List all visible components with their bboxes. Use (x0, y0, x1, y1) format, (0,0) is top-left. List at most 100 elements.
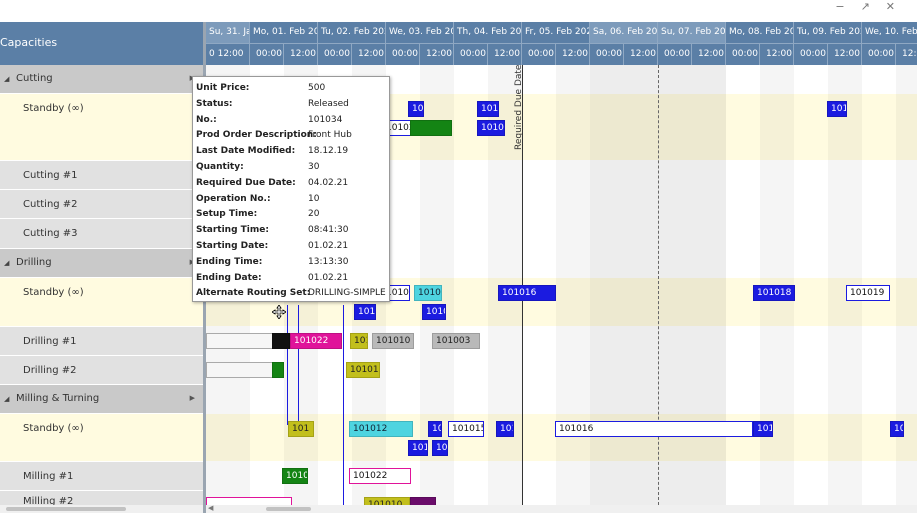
hour-header: 00:00 (794, 43, 828, 65)
day-header[interactable]: Su, 07. Feb 2021 (658, 22, 726, 43)
operation-bar[interactable]: 101 (408, 440, 428, 456)
hour-header: 00:00 (862, 43, 896, 65)
collapse-triangle-icon[interactable]: ◢ (4, 75, 9, 83)
left-horizontal-scrollbar[interactable] (0, 505, 203, 513)
scrollbar-thumb[interactable] (266, 507, 311, 511)
operation-bar[interactable]: 10101 (414, 285, 442, 301)
day-header[interactable]: We, 03. Feb 2021 (386, 22, 454, 43)
operation-bar[interactable]: 101003 (432, 333, 480, 349)
hour-header: 00:00 (454, 43, 488, 65)
capacity-row-cutting-1[interactable]: Cutting #1 (0, 161, 203, 190)
tooltip-value: 101034 (308, 114, 343, 125)
tooltip-value: 500 (308, 83, 326, 93)
capacity-row-cutting-3[interactable]: Cutting #3 (0, 219, 203, 249)
time-column (896, 65, 917, 505)
operation-bar[interactable] (410, 120, 452, 136)
capacity-row-standby-drilling[interactable]: Standby (∞) (0, 278, 203, 327)
operation-bar[interactable]: 1010 (282, 468, 308, 484)
restore-icon[interactable]: ↗ (861, 0, 886, 13)
minimize-icon[interactable]: − (835, 0, 860, 13)
capacity-label: Standby (∞) (23, 423, 84, 434)
operation-bar[interactable]: 101019 (846, 285, 890, 301)
tooltip-value: Released (308, 98, 349, 109)
operation-bar[interactable]: 101 (496, 421, 514, 437)
hour-header: 12:00 (556, 43, 590, 65)
collapse-triangle-icon[interactable]: ◢ (4, 259, 9, 267)
tooltip-key: No.: (196, 114, 217, 125)
timeline-header: Su, 31. Jan Mo, 01. Feb 2021 Tu, 02. Feb… (206, 22, 917, 65)
capacity-label: Milling #2 (23, 496, 74, 505)
tooltip-key: Starting Time: (196, 225, 269, 236)
day-header[interactable]: Th, 04. Feb 2021 (454, 22, 522, 43)
hour-header: 00:00 (386, 43, 420, 65)
day-header[interactable]: Mo, 08. Feb 2021 (726, 22, 794, 43)
capacity-row-milling-1[interactable]: Milling #1 (0, 462, 203, 491)
tooltip-key: Setup Time: (196, 209, 258, 220)
required-due-date-label: Required Due Date (514, 65, 524, 150)
operation-bar[interactable]: 101015 (448, 421, 484, 437)
day-header[interactable]: Fr, 05. Feb 2021 (522, 22, 590, 43)
operation-bar[interactable] (206, 362, 276, 378)
capacity-group-cutting[interactable]: ◢ Cutting ▶ (0, 65, 203, 94)
operation-bar[interactable]: 101022 (349, 468, 411, 484)
operation-bar[interactable]: 10 (408, 101, 424, 117)
hour-header: 12:00 (352, 43, 386, 65)
operation-bar[interactable]: 10 (428, 421, 442, 437)
close-icon[interactable]: ✕ (886, 0, 911, 13)
operation-bar[interactable]: 101 (354, 304, 376, 320)
operation-bar[interactable] (206, 497, 292, 505)
operation-bar[interactable]: 101 (477, 101, 499, 117)
operation-bar[interactable]: 101 (753, 421, 773, 437)
day-header[interactable]: Tu, 02. Feb 2021 (318, 22, 386, 43)
capacity-row-drilling-2[interactable]: Drilling #2 (0, 356, 203, 385)
chevron-right-icon[interactable]: ▶ (190, 394, 195, 402)
day-header[interactable]: Mo, 01. Feb 2021 (250, 22, 318, 43)
capacity-row-cutting-2[interactable]: Cutting #2 (0, 190, 203, 219)
move-cursor-icon (271, 304, 287, 320)
operation-bar[interactable]: 101018 (753, 285, 795, 301)
operation-bar[interactable]: 101 (827, 101, 847, 117)
operation-bar[interactable]: 101010 (364, 497, 410, 505)
tooltip-key: Ending Time: (196, 256, 263, 267)
operation-bar[interactable] (410, 497, 436, 505)
operation-bar[interactable]: 101012 (349, 421, 413, 437)
capacity-label: Cutting #1 (23, 170, 78, 181)
operation-bar[interactable] (272, 362, 284, 378)
operation-bar[interactable]: 10 (890, 421, 904, 437)
scrollbar-thumb[interactable] (6, 507, 126, 511)
operation-bar[interactable]: 101 (288, 421, 314, 437)
day-header[interactable]: We, 10. Feb (862, 22, 917, 43)
day-header[interactable]: Tu, 09. Feb 2021 (794, 22, 862, 43)
window-controls[interactable]: −↗✕ (835, 0, 911, 13)
day-header[interactable]: Su, 31. Jan (206, 22, 250, 43)
tooltip-key: Prod Order Description: (196, 130, 317, 141)
operation-bar[interactable]: 101016 (555, 421, 753, 437)
capacity-group-milling-turning[interactable]: ◢ Milling & Turning ▶ (0, 385, 203, 414)
tooltip-value: 30 (308, 162, 320, 172)
operation-bar[interactable]: 101010 (346, 362, 380, 378)
operation-bar[interactable] (272, 333, 290, 349)
operation-bar[interactable]: 10 (432, 440, 448, 456)
capacity-row-milling-2[interactable]: Milling #2 (0, 491, 203, 505)
hour-header: 0 12:00 (206, 43, 250, 65)
operation-bar[interactable] (206, 333, 276, 349)
chart-horizontal-scrollbar[interactable]: ◀ (206, 504, 917, 513)
capacity-row-standby-milling[interactable]: Standby (∞) (0, 414, 203, 462)
operation-bar[interactable]: 101022 (290, 333, 342, 349)
collapse-triangle-icon[interactable]: ◢ (4, 395, 9, 403)
capacity-label: Standby (∞) (23, 103, 84, 114)
hour-header: 00:00 (726, 43, 760, 65)
operation-bar[interactable]: 101 (350, 333, 368, 349)
operation-bar[interactable]: 101010 (372, 333, 414, 349)
capacity-label: Drilling #2 (23, 365, 77, 376)
operation-bar[interactable]: 101016 (498, 285, 556, 301)
capacity-row-standby-cutting[interactable]: Standby (∞) (0, 94, 203, 161)
operation-bar[interactable]: 1010 (422, 304, 446, 320)
scroll-left-arrow-icon[interactable]: ◀ (208, 504, 213, 512)
capacity-group-drilling[interactable]: ◢ Drilling ▶ (0, 249, 203, 278)
day-header[interactable]: Sa, 06. Feb 2021 (590, 22, 658, 43)
operation-bar[interactable]: 10102 (477, 120, 505, 136)
tooltip-value: 10 (308, 193, 320, 204)
tooltip-value: 20 (308, 209, 320, 220)
capacity-row-drilling-1[interactable]: Drilling #1 (0, 327, 203, 356)
